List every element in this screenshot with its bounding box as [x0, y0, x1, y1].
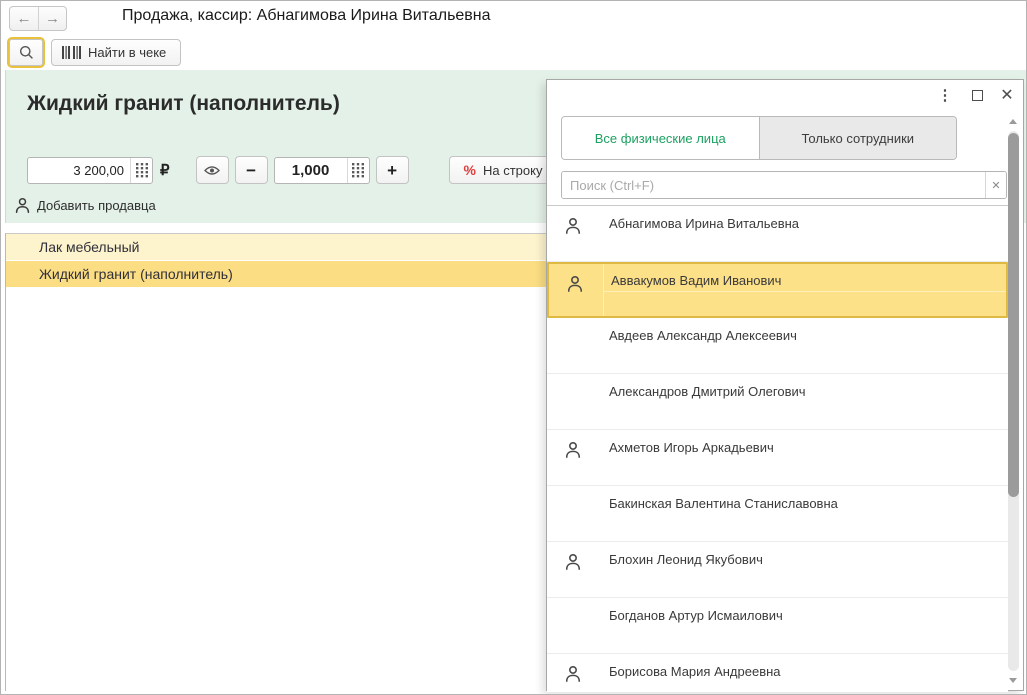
forward-button[interactable]: →	[38, 7, 66, 30]
toolbar: Найти в чеке	[1, 34, 1026, 70]
price-input[interactable]: 3 200,00	[27, 156, 153, 184]
person-name: Богданов Артур Исмаилович	[609, 608, 783, 623]
receipt-row[interactable]: Лак мебельный	[6, 234, 547, 261]
list-item[interactable]: Блохин Леонид Якубович	[547, 542, 1008, 598]
person-name: Авдеев Александр Алексеевич	[609, 328, 797, 343]
add-seller-link[interactable]: Добавить продавца	[14, 197, 156, 214]
receipt-row-selected[interactable]: Жидкий гранит (наполнитель)	[6, 261, 547, 288]
person-icon	[564, 553, 582, 571]
page-title: Продажа, кассир: Абнагимова Ирина Виталь…	[122, 7, 491, 24]
list-item[interactable]: Ахметов Игорь Аркадьевич	[547, 430, 1008, 486]
search-icon	[19, 45, 34, 60]
quantity-value: 1,000	[291, 161, 330, 179]
tab-employees-only[interactable]: Только сотрудники	[758, 117, 956, 159]
clear-search-icon[interactable]: ✕	[985, 172, 1006, 198]
popup-titlebar: ⋮ ✕	[547, 80, 1023, 110]
view-line-button[interactable]	[195, 156, 229, 184]
person-search-input[interactable]	[562, 172, 985, 198]
person-filter-tabs: Все физические лица Только сотрудники	[561, 116, 957, 160]
list-item[interactable]: Бакинская Валентина Станиславовна	[547, 486, 1008, 542]
numpad-icon[interactable]	[346, 157, 369, 183]
person-icon	[564, 217, 582, 235]
person-picker-popup: ⋮ ✕ Все физические лица Только сотрудник…	[546, 79, 1024, 692]
find-in-receipt-button[interactable]: Найти в чеке	[51, 39, 182, 66]
list-item[interactable]: Александров Дмитрий Олегович	[547, 374, 1008, 430]
product-title: Жидкий гранит (наполнитель)	[27, 92, 340, 115]
person-name: Борисова Мария Андреевна	[609, 664, 781, 679]
receipt-items-list: Лак мебельный Жидкий гранит (наполнитель…	[5, 233, 547, 691]
scrollbar-thumb[interactable]	[1008, 133, 1019, 497]
list-item[interactable]: Богданов Артур Исмаилович	[547, 598, 1008, 654]
maximize-icon[interactable]	[967, 85, 987, 105]
line-discount-button[interactable]: % На строку	[448, 156, 558, 184]
person-icon	[14, 197, 31, 214]
eye-icon	[204, 165, 220, 176]
nav-button-group: ← →	[9, 6, 67, 31]
list-item[interactable]: Абнагимова Ирина Витальевна	[547, 206, 1008, 262]
quantity-input[interactable]: 1,000	[273, 156, 370, 184]
more-menu-icon[interactable]: ⋮	[935, 85, 955, 105]
add-seller-label: Добавить продавца	[37, 198, 156, 213]
person-name: Бакинская Валентина Станиславовна	[609, 496, 838, 511]
list-item[interactable]: Авдеев Александр Алексеевич	[547, 318, 1008, 374]
barcode-icon	[62, 46, 81, 59]
popup-scrollbar	[1007, 113, 1020, 689]
person-name: Блохин Леонид Якубович	[609, 552, 763, 567]
line-controls: 3 200,00 ₽ − 1,000 + % На строку	[27, 156, 558, 184]
list-item-selected[interactable]: Аввакумов Вадим Иванович	[547, 262, 1008, 318]
line-discount-label: На строку	[483, 162, 543, 178]
plus-icon: +	[387, 160, 398, 180]
app-window: ← → Продажа, кассир: Абнагимова Ирина Ви…	[0, 0, 1027, 695]
quantity-decrease-button[interactable]: −	[234, 156, 268, 184]
price-value: 3 200,00	[73, 162, 124, 178]
person-search-group: ✕	[561, 171, 1007, 199]
person-list: Абнагимова Ирина Витальевна Аввакумов Ва…	[547, 205, 1008, 692]
tab-all-persons[interactable]: Все физические лица	[562, 117, 759, 159]
back-button[interactable]: ←	[10, 7, 38, 30]
person-name: Александров Дмитрий Олегович	[609, 384, 806, 399]
scroll-down-icon[interactable]	[1009, 678, 1017, 683]
numpad-icon[interactable]	[130, 157, 152, 183]
person-name: Аввакумов Вадим Иванович	[611, 273, 782, 288]
person-name: Абнагимова Ирина Витальевна	[609, 216, 800, 231]
scroll-up-icon[interactable]	[1009, 119, 1017, 124]
person-icon	[564, 665, 582, 683]
find-in-receipt-label: Найти в чеке	[88, 45, 167, 60]
person-icon	[564, 441, 582, 459]
titlebar: ← → Продажа, кассир: Абнагимова Ирина Ви…	[1, 1, 1026, 34]
minus-icon: −	[246, 160, 257, 180]
list-item[interactable]: Борисова Мария Андреевна	[547, 654, 1008, 692]
close-icon[interactable]: ✕	[997, 85, 1017, 105]
percent-icon: %	[463, 162, 476, 178]
maximize-box-glyph	[971, 89, 983, 101]
search-button[interactable]	[7, 37, 45, 68]
person-icon	[566, 275, 584, 293]
ruble-symbol: ₽	[160, 162, 170, 179]
person-name: Ахметов Игорь Аркадьевич	[609, 440, 774, 455]
quantity-increase-button[interactable]: +	[375, 156, 409, 184]
